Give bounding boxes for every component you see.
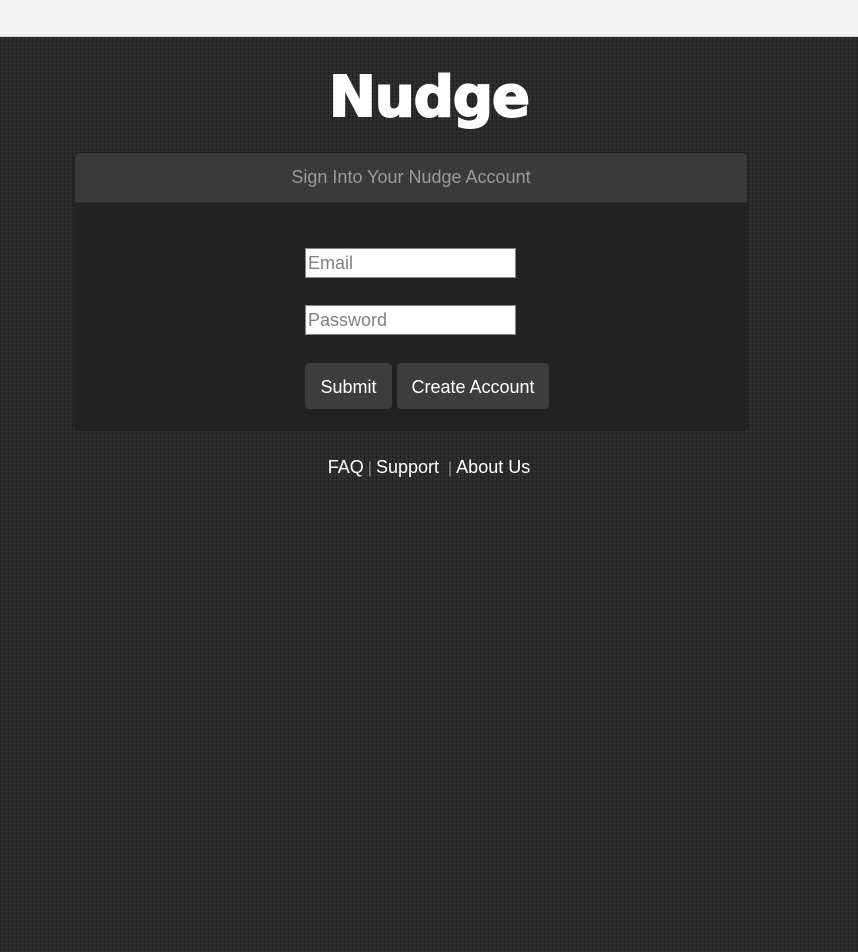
login-card: Sign Into Your Nudge Account Submit Crea… [75, 153, 747, 430]
faq-link[interactable]: FAQ [328, 457, 364, 477]
footer-separator: | [367, 460, 372, 477]
submit-button[interactable]: Submit [305, 363, 392, 409]
about-us-link[interactable]: About Us [456, 457, 530, 477]
footer-links: FAQ | Support | About Us [0, 457, 858, 478]
password-field[interactable] [305, 305, 516, 335]
support-link[interactable]: Support [376, 457, 439, 477]
login-card-header: Sign Into Your Nudge Account [75, 153, 747, 203]
footer-separator: | [448, 460, 453, 477]
email-field[interactable] [305, 248, 516, 278]
page-background: Nudge Sign Into Your Nudge Account Submi… [0, 37, 858, 952]
nudge-logo: Nudge [328, 64, 531, 131]
browser-top-bar [0, 0, 858, 37]
create-account-button[interactable]: Create Account [397, 363, 549, 409]
